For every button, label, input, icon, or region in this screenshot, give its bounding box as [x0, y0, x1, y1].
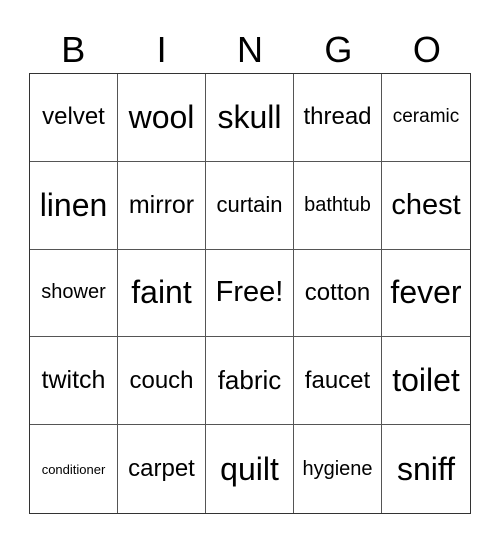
bingo-cell[interactable]: skull [206, 74, 294, 162]
bingo-cell[interactable]: sniff [382, 425, 470, 513]
free-space-cell[interactable]: Free! [206, 249, 294, 338]
header-letter-o: O [412, 29, 441, 70]
bingo-header: B I N G O [29, 28, 471, 72]
bingo-cell[interactable]: faint [118, 249, 206, 338]
bingo-cell-label: twitch [41, 366, 106, 395]
bingo-cell[interactable]: curtain [206, 161, 294, 250]
bingo-cell[interactable]: quilt [206, 425, 294, 513]
bingo-cell[interactable]: toilet [382, 337, 470, 426]
bingo-cell[interactable]: faucet [294, 337, 382, 426]
bingo-cell[interactable]: fabric [206, 337, 294, 426]
header-letter-b: B [61, 29, 86, 70]
bingo-cell-label: conditioner [41, 461, 106, 477]
bingo-cell-label: carpet [128, 455, 195, 483]
bingo-cell-label: bathtub [304, 193, 371, 216]
bingo-cell[interactable]: couch [118, 337, 206, 426]
bingo-cell[interactable]: twitch [30, 337, 118, 426]
bingo-cell-label: thread [303, 103, 372, 131]
bingo-card-grid: velvet wool skull thread ceramic linen mirror c… [29, 73, 471, 514]
bingo-cell-label: linen [39, 186, 108, 223]
bingo-cell-label: shower [41, 281, 106, 304]
bingo-cell-label: quilt [220, 450, 279, 487]
bingo-cell-label: faint [131, 274, 192, 311]
header-letter-i: I [156, 29, 167, 70]
bingo-cell-label: hygiene [302, 457, 373, 480]
bingo-cell[interactable]: thread [294, 74, 382, 162]
bingo-cell[interactable]: conditioner [30, 425, 118, 513]
bingo-cell-label: sniff [396, 450, 456, 487]
bingo-cell-label: fever [390, 274, 462, 311]
bingo-cell[interactable]: cotton [294, 249, 382, 338]
bingo-cell[interactable]: wool [118, 74, 206, 162]
header-letter-g: G [324, 29, 353, 70]
bingo-cell-label: wool [128, 98, 195, 135]
bingo-cell[interactable]: ceramic [382, 74, 470, 162]
bingo-cell-label: skull [217, 98, 282, 135]
bingo-cell[interactable]: linen [30, 161, 118, 250]
bingo-cell-label: Free! [215, 276, 284, 309]
bingo-cell[interactable]: fever [382, 250, 470, 338]
bingo-cell-label: fabric [217, 365, 282, 396]
bingo-cell[interactable]: chest [382, 162, 470, 250]
bingo-cell-label: faucet [304, 366, 371, 394]
bingo-cell-label: couch [129, 366, 194, 394]
bingo-cell-label: chest [391, 188, 461, 221]
bingo-cell[interactable]: velvet [30, 74, 118, 162]
bingo-cell-label: ceramic [392, 106, 460, 128]
bingo-cell[interactable]: hygiene [294, 425, 382, 513]
bingo-cell-label: mirror [128, 190, 195, 219]
bingo-cell-label: toilet [392, 362, 460, 399]
bingo-cell[interactable]: shower [30, 249, 118, 338]
header-letter-n: N [237, 29, 264, 70]
bingo-cell[interactable]: carpet [118, 425, 206, 513]
bingo-cell-label: cotton [304, 278, 371, 306]
bingo-cell-label: velvet [42, 103, 105, 131]
bingo-cell[interactable]: bathtub [294, 161, 382, 250]
bingo-cell-label: curtain [216, 192, 283, 218]
bingo-cell[interactable]: mirror [118, 161, 206, 250]
